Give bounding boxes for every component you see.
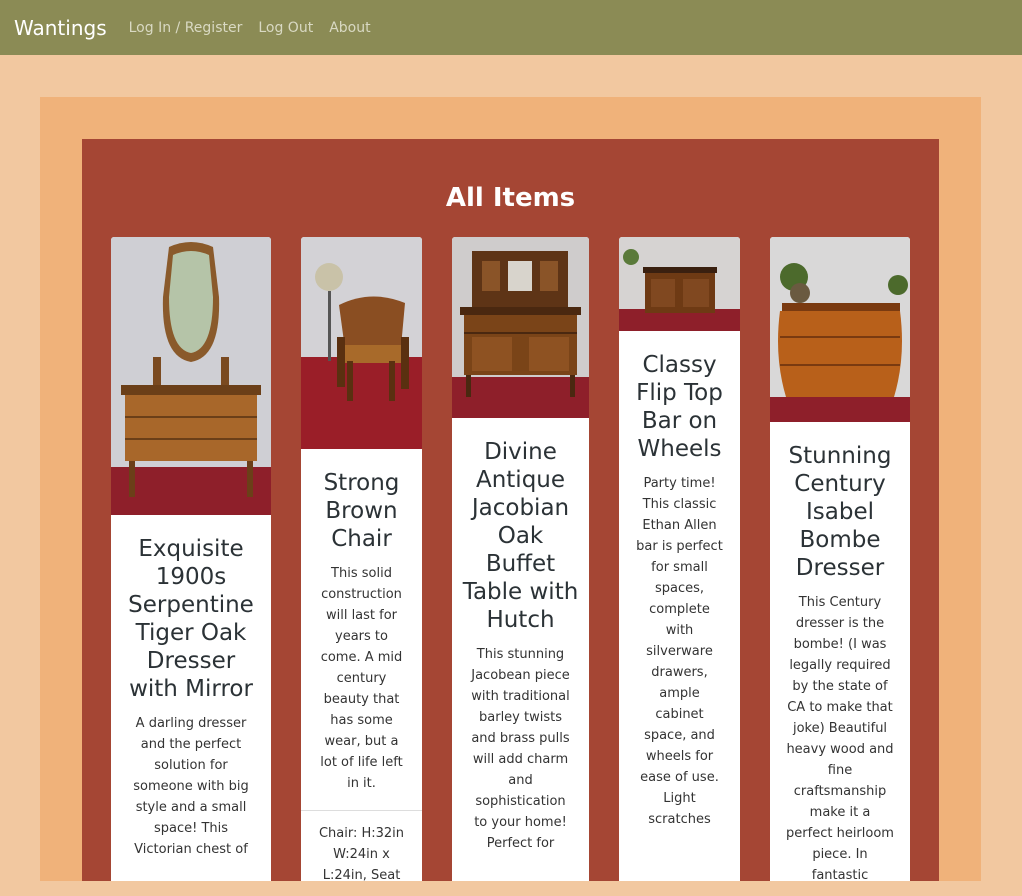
item-description: A darling dresser and the perfect soluti… <box>133 716 249 857</box>
top-navbar: Wantings Log In / Register Log Out About <box>0 0 1022 55</box>
item-description: This stunning Jacobean piece with tradit… <box>471 647 570 851</box>
item-card[interactable]: Classy Flip Top Bar on Wheels Party time… <box>619 237 740 881</box>
item-photo-dresser-mirror[interactable] <box>111 237 271 515</box>
item-photo-jacobean-buffet[interactable] <box>452 237 589 418</box>
item-card[interactable]: Exquisite 1900s Serpentine Tiger Oak Dre… <box>111 237 271 881</box>
item-photo-flip-top-bar[interactable] <box>619 237 740 331</box>
item-title[interactable]: Stunning Century Isabel Bombe Dresser <box>778 422 902 582</box>
item-title[interactable]: Exquisite 1900s Serpentine Tiger Oak Dre… <box>119 515 263 703</box>
item-card[interactable]: Stunning Century Isabel Bombe Dresser Th… <box>770 237 910 881</box>
item-photo-brown-chair[interactable] <box>301 237 422 449</box>
item-description: This solid construction will last for ye… <box>320 566 403 791</box>
items-panel: All Items Exquisite 1900s Serpentine Tig… <box>82 139 939 881</box>
item-dimensions: Chair: H:32in W:24in x L:24in, Seat <box>301 810 422 881</box>
item-title[interactable]: Classy Flip Top Bar on Wheels <box>627 331 732 463</box>
item-card[interactable]: Divine Antique Jacobian Oak Buffet Table… <box>452 237 589 881</box>
item-photo-bombe-dresser[interactable] <box>770 237 910 422</box>
nav-logout-link[interactable]: Log Out <box>258 20 313 36</box>
brand-link[interactable]: Wantings <box>14 16 107 40</box>
nav-about-link[interactable]: About <box>329 20 370 36</box>
item-title[interactable]: Strong Brown Chair <box>309 449 414 553</box>
page-title: All Items <box>445 183 576 213</box>
item-description: This Century dresser is the bombe! (I wa… <box>786 595 894 881</box>
item-description: Party time! This classic Ethan Allen bar… <box>636 476 723 827</box>
item-title[interactable]: Divine Antique Jacobian Oak Buffet Table… <box>460 418 581 634</box>
item-card[interactable]: Strong Brown Chair This solid constructi… <box>301 237 422 881</box>
nav-login-register-link[interactable]: Log In / Register <box>129 20 243 36</box>
